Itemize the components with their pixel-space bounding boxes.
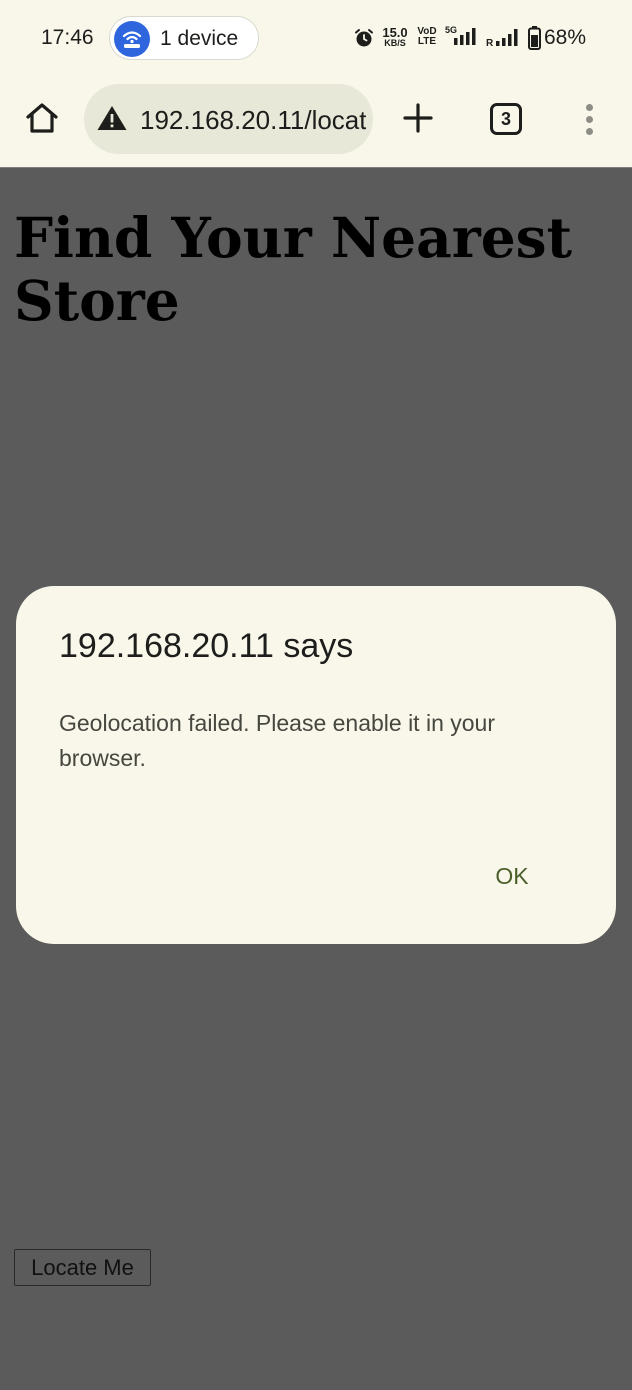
network-type-label: 5G bbox=[445, 25, 457, 35]
roaming-indicator: R bbox=[486, 38, 494, 48]
signal-5g-icon: 5G bbox=[444, 24, 482, 53]
wifi-router-icon bbox=[114, 21, 150, 57]
tab-switcher-button[interactable]: 3 bbox=[490, 103, 522, 135]
volte-indicator: VoD LTE bbox=[416, 27, 438, 47]
locate-me-button[interactable]: Locate Me bbox=[14, 1249, 151, 1286]
plus-icon[interactable] bbox=[400, 100, 436, 136]
status-time: 17:46 bbox=[41, 26, 94, 49]
net-speed-unit: KB/S bbox=[384, 38, 406, 48]
warning-icon[interactable] bbox=[96, 104, 128, 137]
status-bar: 17:46 1 device 15.0 KB/S VoD LTE 5G R 68… bbox=[0, 0, 632, 78]
hotspot-label: 1 device bbox=[160, 27, 239, 50]
alert-dialog: 192.168.20.11 says Geolocation failed. P… bbox=[16, 586, 616, 944]
ok-button[interactable]: OK bbox=[484, 858, 540, 894]
page-title: Find Your Nearest Store bbox=[14, 205, 573, 333]
more-vert-icon[interactable] bbox=[580, 100, 600, 140]
browser-toolbar: 192.168.20.11/locate 3 bbox=[0, 78, 632, 168]
hotspot-chip[interactable]: 1 device bbox=[109, 16, 259, 60]
volte-line2: LTE bbox=[417, 36, 437, 47]
battery-percent: 68% bbox=[544, 26, 587, 49]
url-text[interactable]: 192.168.20.11/locate bbox=[140, 105, 366, 136]
signal-roaming-icon: R bbox=[486, 26, 524, 53]
battery-icon bbox=[528, 26, 541, 55]
alarm-icon bbox=[354, 28, 374, 53]
url-bar[interactable]: 192.168.20.11/locate bbox=[84, 84, 373, 154]
dialog-title: 192.168.20.11 says bbox=[59, 627, 354, 665]
net-speed-indicator: 15.0 KB/S bbox=[381, 26, 409, 48]
dialog-message: Geolocation failed. Please enable it in … bbox=[59, 710, 496, 771]
home-icon[interactable] bbox=[22, 98, 62, 138]
